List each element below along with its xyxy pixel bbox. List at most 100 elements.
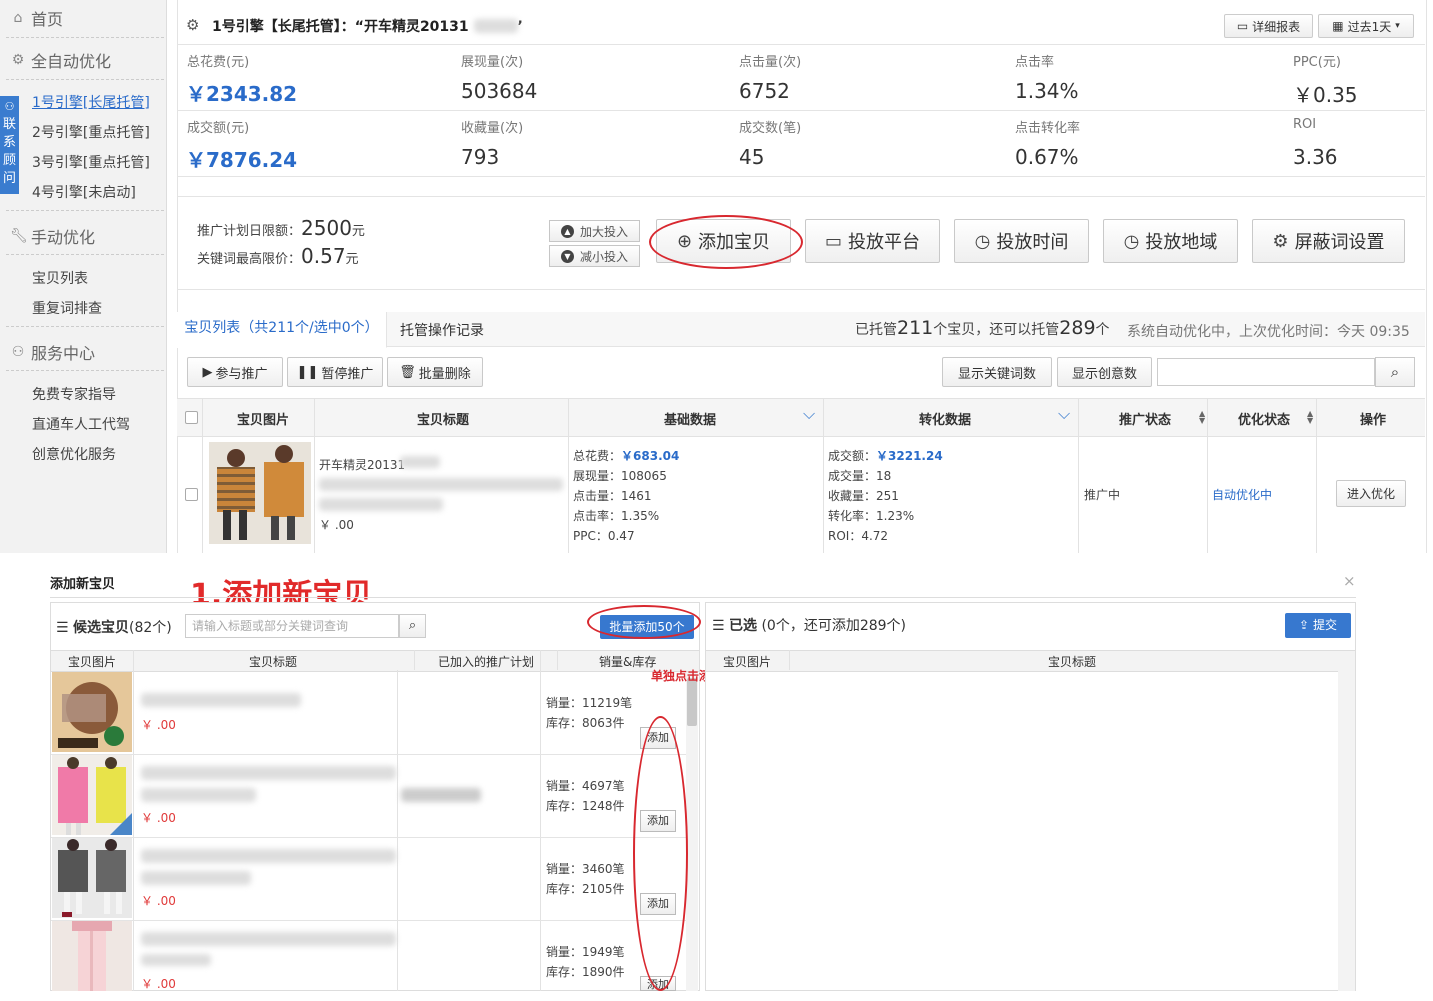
page-title-end: ’ bbox=[517, 19, 523, 35]
divider bbox=[6, 326, 164, 327]
stat-label: 成交额(元) bbox=[187, 121, 250, 136]
item-thumbnail[interactable] bbox=[52, 755, 132, 835]
schedule-label: 投放时间 bbox=[996, 232, 1069, 253]
item-title[interactable]: 开车精灵20131 bbox=[319, 456, 405, 473]
detail-report-button[interactable]: ▭ 详细报表 bbox=[1224, 14, 1313, 38]
candidates-count: (82个) bbox=[129, 620, 172, 636]
stat-value: 45 bbox=[739, 145, 765, 169]
sales-stock: 销量：1949笔 库存：1890件 bbox=[546, 942, 625, 982]
candidate-row: ￥ .00 销量：11219笔 库存：8063件 添加 bbox=[51, 671, 688, 755]
region-button[interactable]: ◷ 投放地域 bbox=[1103, 219, 1238, 263]
conv-row: ROI：4.72 bbox=[828, 526, 943, 546]
stat-label: 收藏量(次) bbox=[461, 121, 524, 136]
highlight-oval bbox=[633, 716, 688, 991]
sidebar-item-item-list[interactable]: 宝贝列表 bbox=[32, 268, 88, 288]
sidebar-item-engine-2[interactable]: 2号引擎[重点托管] bbox=[32, 122, 150, 142]
date-range-select[interactable]: ▦ 过去1天 ▾ bbox=[1318, 14, 1414, 38]
stock-text: 库存：1248件 bbox=[546, 799, 625, 813]
highlight-oval bbox=[649, 215, 803, 269]
chevron-down-icon[interactable]: ⌵ bbox=[1058, 404, 1070, 424]
scrollbar-thumb[interactable] bbox=[687, 678, 697, 726]
schedule-button[interactable]: ◷ 投放时间 bbox=[954, 219, 1089, 263]
stat-label: PPC(元) bbox=[1293, 55, 1341, 70]
system-status: 系统自动优化中，上次优化时间：今天 09:35 bbox=[1127, 324, 1410, 340]
contact-advisor-tab[interactable]: ⚇ 联 系 顾 问 bbox=[0, 96, 19, 194]
show-keywords-button[interactable]: 显示关键词数 bbox=[942, 357, 1052, 387]
item-price: ￥ .00 bbox=[141, 811, 176, 825]
sidebar-item-manual-drive[interactable]: 直通车人工代驾 bbox=[32, 414, 130, 434]
chart-icon: ▭ bbox=[1236, 19, 1249, 33]
close-icon[interactable]: × bbox=[1343, 572, 1356, 590]
search-input[interactable] bbox=[1157, 358, 1375, 386]
conv-value: ￥3221.24 bbox=[876, 449, 943, 463]
calendar-icon: ▦ bbox=[1332, 19, 1344, 33]
pause-promotion-button[interactable]: ❚❚ 暂停推广 bbox=[287, 357, 383, 387]
candidate-search-input[interactable]: 请输入标题或部分关键词查询 bbox=[185, 614, 399, 638]
sidebar-item-expert[interactable]: 免费专家指导 bbox=[32, 384, 116, 404]
sidebar-service[interactable]: ⚇ 服务中心 bbox=[10, 340, 95, 364]
tab-item-list[interactable]: 宝贝列表（共211个/选中0个） bbox=[177, 312, 387, 348]
enter-optimize-button[interactable]: 进入优化 bbox=[1336, 480, 1406, 507]
scrollbar-track[interactable] bbox=[1338, 671, 1355, 991]
stock-text: 库存：1890件 bbox=[546, 965, 625, 979]
page-title-text: 1号引擎【长尾托管】：“开车精灵20131 bbox=[212, 19, 469, 35]
sort-icon[interactable]: ▲ ▼ bbox=[1307, 410, 1313, 425]
platform-button[interactable]: ▭ 投放平台 bbox=[805, 219, 940, 263]
col-header-promo-status: 推广状态 bbox=[1119, 413, 1172, 428]
submit-button[interactable]: ⇪ 提交 bbox=[1285, 613, 1351, 638]
col-header-action: 操作 bbox=[1360, 413, 1387, 428]
batch-delete-button[interactable]: 🗑︎ 批量删除 bbox=[387, 357, 483, 387]
sort-icon[interactable]: ▲ ▼ bbox=[1199, 410, 1205, 425]
join-promotion-button[interactable]: ▶ 参与推广 bbox=[187, 357, 283, 387]
stat-value: 3.36 bbox=[1293, 145, 1338, 169]
decrease-budget-button[interactable]: ▼ 减小投入 bbox=[549, 245, 640, 267]
item-thumbnail[interactable] bbox=[52, 838, 132, 918]
divider bbox=[1316, 398, 1317, 553]
tab-operation-log[interactable]: 托管操作记录 bbox=[400, 320, 484, 340]
managed-count: 211 bbox=[897, 317, 934, 339]
stat-label: 成交数(笔) bbox=[739, 121, 802, 136]
sidebar-auto-opt[interactable]: ⚙ 全自动优化 bbox=[10, 48, 111, 72]
chevron-down-icon[interactable]: ⌵ bbox=[803, 404, 815, 424]
stat-value: 0.67% bbox=[1015, 145, 1079, 169]
blocked-words-button[interactable]: ⚙ 屏蔽词设置 bbox=[1252, 219, 1405, 263]
sidebar-home[interactable]: ⌂ 首页 bbox=[10, 6, 63, 30]
sidebar-manual-opt[interactable]: 🔧︎ 手动优化 bbox=[10, 224, 95, 248]
wrench-icon: 🔧︎ bbox=[10, 228, 28, 244]
selected-label: 已选 bbox=[729, 618, 758, 634]
sidebar-item-engine-1[interactable]: 1号引擎[长尾托管] bbox=[32, 92, 150, 112]
item-thumbnail[interactable] bbox=[52, 672, 132, 752]
sidebar-item-duplicate-words[interactable]: 重复词排查 bbox=[32, 298, 102, 318]
show-creatives-button[interactable]: 显示创意数 bbox=[1057, 357, 1152, 387]
sales-text: 销量：4697笔 bbox=[546, 779, 625, 793]
sidebar-item-engine-4[interactable]: 4号引擎[未启动] bbox=[32, 182, 136, 202]
search-button[interactable]: ⌕ bbox=[1375, 357, 1415, 387]
redacted-blur bbox=[400, 456, 440, 468]
basic-row: 展现量：108065 bbox=[573, 466, 679, 486]
divider bbox=[314, 398, 315, 553]
select-all-checkbox[interactable] bbox=[185, 411, 198, 424]
divider bbox=[789, 650, 790, 670]
monitor-icon: ▭ bbox=[824, 230, 842, 252]
page-title: 1号引擎【长尾托管】：“开车精灵20131 ’ bbox=[212, 16, 523, 36]
sales-stock: 销量：4697笔 库存：1248件 bbox=[546, 776, 625, 816]
conv-value: 4.72 bbox=[861, 529, 889, 543]
basic-value: 1.35% bbox=[621, 509, 660, 523]
selected-count: (0个，还可添加289个) bbox=[761, 618, 907, 634]
sidebar-item-creative[interactable]: 创意优化服务 bbox=[32, 444, 116, 464]
increase-budget-button[interactable]: ▲ 加大投入 bbox=[549, 220, 640, 242]
redacted-blur bbox=[141, 871, 251, 885]
candidate-search-button[interactable]: ⌕ bbox=[399, 614, 426, 638]
item-thumbnail[interactable] bbox=[52, 921, 132, 1001]
conv-value: 18 bbox=[876, 469, 892, 483]
redacted-blur bbox=[141, 766, 396, 780]
divider bbox=[202, 398, 203, 553]
redacted-blur bbox=[473, 19, 518, 33]
conv-value: 1.23% bbox=[876, 509, 915, 523]
stat-value: ￥0.35 bbox=[1293, 83, 1358, 107]
row-checkbox[interactable] bbox=[185, 488, 198, 501]
basic-row: 点击量：1461 bbox=[573, 486, 679, 506]
conv-key: 收藏量： bbox=[828, 489, 877, 503]
sidebar-item-engine-3[interactable]: 3号引擎[重点托管] bbox=[32, 152, 150, 172]
item-thumbnail[interactable] bbox=[209, 442, 311, 544]
